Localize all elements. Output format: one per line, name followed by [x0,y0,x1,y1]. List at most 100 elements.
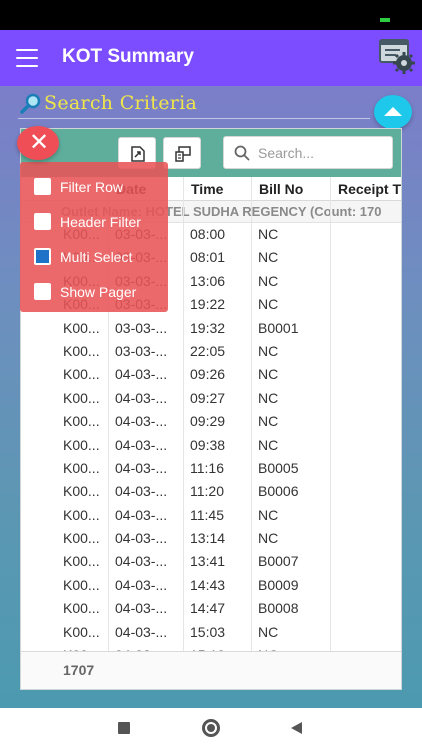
cell-kot-no: K00... [63,600,100,617]
column-header-time[interactable]: Time [183,177,251,201]
export-icon [131,146,145,162]
hamburger-menu-icon[interactable] [16,49,38,67]
search-criteria-header[interactable]: Search Criteria [18,92,197,114]
table-row[interactable]: K00... 04-03-... 15:03 NC [21,621,401,644]
table-row[interactable]: K00... 04-03-... 14:43 B0009 [21,574,401,597]
cell-kot-no: K00... [56,644,108,651]
cell-kot-no: K00... [63,342,100,359]
cell-date: 04-03-... [115,483,168,500]
column-header-receipt-type[interactable]: Receipt T [330,177,401,201]
cell-date: 04-03-... [115,623,168,640]
cell-kot-no: K00... [63,319,100,336]
cell-bill-no: NC [258,272,279,289]
cell-time: 14:43 [190,576,226,593]
cell-time: 11:20 [190,483,224,500]
cell-date: 04-03-... [115,553,168,570]
table-row[interactable]: K00... 04-03-... 09:26 NC [21,363,401,386]
cell-kot-no: K00... [63,576,100,593]
cell-bill-no: NC [251,644,330,651]
table-row[interactable]: K00...04-03-...15:10NC [21,644,401,651]
table-row[interactable]: K00... 04-03-... 13:41 B0007 [21,550,401,573]
cell-time: 15:10 [183,644,251,651]
cell-date: 04-03-... [115,436,168,453]
column-header-bill-no[interactable]: Bill No [251,177,330,201]
cell-time: 08:00 [190,226,226,242]
table-row[interactable]: K00... 04-03-... 11:45 NC [21,504,401,527]
option-multi-select[interactable]: Multi Select [34,248,132,265]
cell-bill-no: B0001 [258,319,299,336]
cell-date: 04-03-... [115,506,168,523]
cell-bill-no: NC [258,366,279,383]
system-nav-bar [0,708,422,750]
table-row[interactable]: K00... 04-03-... 09:38 NC [21,434,401,457]
grid-search-box[interactable] [223,136,393,169]
cell-date: 04-03-... [115,576,168,593]
cell-bill-no: NC [258,413,279,430]
cell-time: 09:38 [190,436,226,453]
cell-date: 04-03-... [115,530,168,547]
back-icon[interactable] [291,722,302,734]
table-row[interactable]: K00... 04-03-... 14:47 B0008 [21,597,401,620]
cell-time: 14:47 [190,600,226,617]
header-filter-checkbox[interactable] [34,213,51,230]
option-label: Filter Row [60,178,124,195]
cell-bill-no: B0006 [258,483,299,500]
cell-time: 11:45 [190,506,224,523]
cell-time: 09:27 [190,389,226,406]
close-options-button[interactable]: ✕ [17,126,59,160]
option-label: Show Pager [60,283,137,300]
cell-bill-no: NC [258,389,279,406]
close-icon: ✕ [29,129,50,156]
search-criteria-label: Search Criteria [44,92,198,114]
cell-time: 09:26 [190,366,226,383]
cell-time: 13:14 [190,530,226,547]
cell-date: 04-03-... [115,413,168,430]
cell-bill-no: NC [258,226,279,242]
table-row[interactable]: K00... 04-03-... 11:16 B0005 [21,457,401,480]
cell-kot-no: K00... [63,530,100,547]
recents-icon[interactable] [118,722,130,734]
option-show-pager[interactable]: Show Pager [34,283,136,300]
table-row[interactable]: K00... 03-03-... 22:05 NC [21,340,401,363]
grid-footer: 1707 [21,651,401,689]
cell-time: 13:41 [190,553,226,570]
grid-options-panel: Filter Row Header Filter Multi Select Sh… [20,162,168,312]
table-row[interactable]: K00... 04-03-... 13:14 NC [21,527,401,550]
cell-bill-no: NC [258,436,279,453]
cell-kot-no: K00... [63,389,100,406]
cell-bill-no: B0009 [258,576,299,593]
column-chooser-button[interactable] [163,137,201,169]
table-row[interactable]: K00... 04-03-... 09:29 NC [21,410,401,433]
cell-time: 19:22 [190,296,226,313]
filter-row-checkbox[interactable] [34,178,51,195]
cell-bill-no: NC [258,623,279,640]
cell-bill-no: NC [258,342,279,359]
search-input[interactable] [258,137,388,168]
cell-kot-no: K00... [63,413,100,430]
cell-time: 15:03 [190,623,226,640]
cell-time: 09:29 [190,413,226,430]
table-row[interactable]: K00... 03-03-... 19:32 B0001 [21,317,401,340]
table-row[interactable]: K00... 04-03-... 11:20 B0006 [21,480,401,503]
page-title: KOT Summary [62,46,194,67]
cell-kot-no: K00... [63,459,100,476]
settings-gear-icon[interactable] [378,38,416,74]
option-label: Header Filter [60,213,141,230]
table-row[interactable]: K00... 04-03-... 09:27 NC [21,387,401,410]
home-icon[interactable] [202,719,220,737]
option-header-filter[interactable]: Header Filter [34,213,141,230]
cell-date: 04-03-... [115,389,168,406]
column-chooser-icon [175,146,191,162]
option-filter-row[interactable]: Filter Row [34,178,123,195]
cell-time: 22:05 [190,342,226,359]
cell-date: 04-03-... [115,366,168,383]
cell-date: 03-03-... [115,342,168,359]
divider [18,118,370,119]
battery-icon [380,18,390,22]
cell-date: 04-03-... [115,459,168,476]
total-count: 1707 [63,662,95,678]
search-icon [234,145,250,161]
multi-select-checkbox[interactable] [34,248,51,265]
collapse-button[interactable] [374,95,412,129]
show-pager-checkbox[interactable] [34,283,51,300]
